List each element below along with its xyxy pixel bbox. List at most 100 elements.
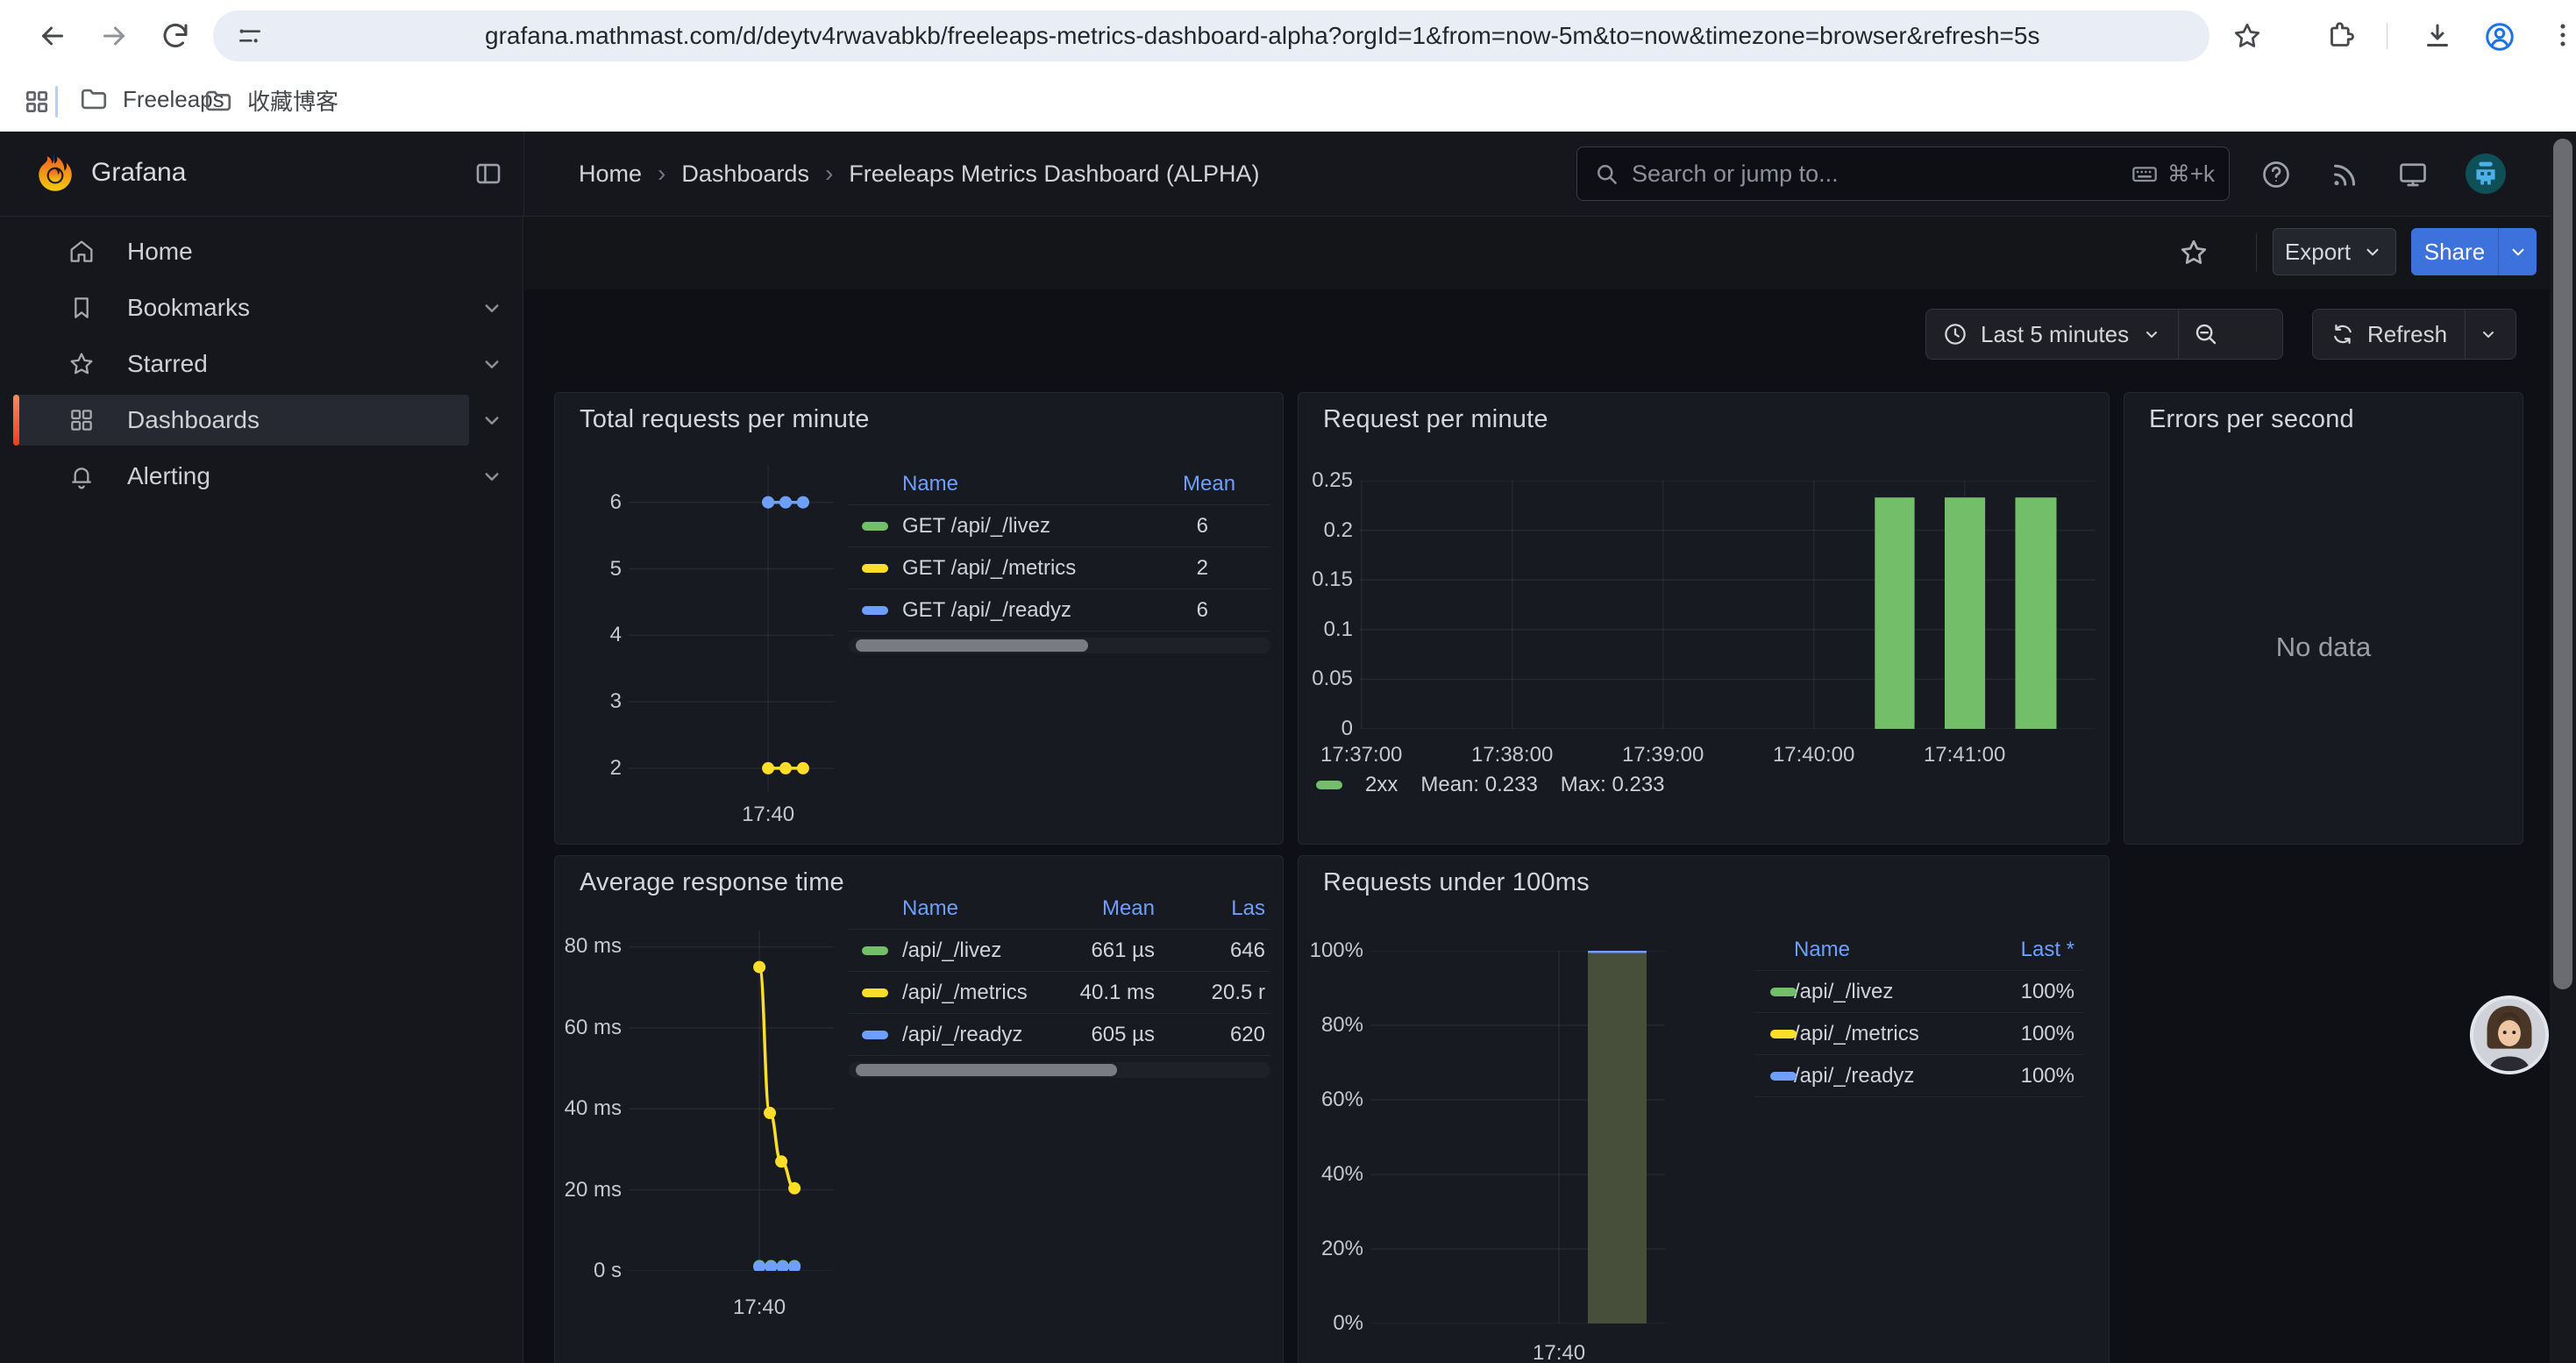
chevron-down-icon[interactable] xyxy=(479,463,505,489)
legend-row[interactable]: GET /api/_/metrics2 xyxy=(849,547,1270,589)
series-name[interactable]: /api/_/livez xyxy=(1754,980,2000,1004)
legend-row[interactable]: /api/_/metrics100% xyxy=(1754,1013,2083,1055)
legend-scrollbar[interactable] xyxy=(849,1062,1270,1078)
legend-column-header[interactable]: Las xyxy=(1190,896,1270,921)
legend-row[interactable]: /api/_/readyz605 µs620 xyxy=(849,1014,1270,1056)
bookmark-label: 收藏博客 xyxy=(247,84,338,117)
legend-row[interactable]: /api/_/livez100% xyxy=(1754,971,2083,1013)
dock-menu-icon[interactable] xyxy=(473,159,503,189)
sidebar-item-alerting[interactable]: Alerting xyxy=(13,451,469,502)
time-range-picker[interactable]: Last 5 minutes xyxy=(1926,310,2178,359)
y-tick-label: 0% xyxy=(1249,1311,1363,1336)
chevron-down-icon[interactable] xyxy=(479,407,505,433)
legend-scrollbar[interactable] xyxy=(849,638,1270,653)
assistant-avatar[interactable] xyxy=(2468,994,2551,1076)
bookmark-item[interactable]: 收藏博客 xyxy=(203,84,338,117)
breadcrumb-separator: › xyxy=(642,160,681,188)
series-value: 605 µs xyxy=(1058,1023,1190,1047)
panel-title[interactable]: Requests under 100ms xyxy=(1323,868,1590,897)
panel-title[interactable]: Total requests per minute xyxy=(580,405,870,434)
page-scrollbar[interactable] xyxy=(2550,132,2576,1363)
y-tick-label: 20 ms xyxy=(508,1178,622,1202)
export-button[interactable]: Export xyxy=(2273,228,2396,275)
bookmark-star-icon[interactable] xyxy=(2231,20,2263,52)
legend[interactable]: 2xx Mean: 0.233 Max: 0.233 xyxy=(1316,770,1665,800)
address-bar[interactable]: grafana.mathmast.com/d/deytv4rwavabkb/fr… xyxy=(213,11,2210,61)
legend-row[interactable]: /api/_/livez661 µs646 xyxy=(849,930,1270,972)
sidebar-item-dashboards[interactable]: Dashboards xyxy=(13,395,469,446)
legend-column-header[interactable]: Last * xyxy=(2000,938,2083,962)
apps-grid-icon[interactable] xyxy=(23,88,51,116)
kebab-menu-icon[interactable] xyxy=(2548,20,2576,52)
search-input[interactable]: Search or jump to... ⌘+k xyxy=(1576,146,2230,201)
profile-icon[interactable] xyxy=(2483,20,2515,52)
grafana-logo[interactable] xyxy=(33,152,77,196)
refresh-controls: Refresh xyxy=(2312,309,2516,360)
monitor-icon[interactable] xyxy=(2397,159,2429,190)
favorite-star-icon[interactable] xyxy=(2178,237,2210,268)
forward-icon[interactable] xyxy=(98,20,130,52)
legend-column-header[interactable]: Name xyxy=(1754,938,2000,962)
legend-row[interactable]: GET /api/_/readyz6 xyxy=(849,589,1270,632)
series-name[interactable]: GET /api/_/metrics xyxy=(849,556,1183,581)
share-button[interactable]: Share xyxy=(2411,228,2498,275)
extensions-icon[interactable] xyxy=(2325,20,2357,52)
y-tick-label: 0.1 xyxy=(1239,617,1353,642)
series-name[interactable]: /api/_/readyz xyxy=(849,1023,1058,1047)
series-name[interactable]: GET /api/_/readyz xyxy=(849,598,1183,623)
help-icon[interactable] xyxy=(2260,159,2292,190)
legend-column-header[interactable]: Name xyxy=(849,472,1183,496)
refresh-interval-button[interactable] xyxy=(2466,310,2511,359)
share-menu-button[interactable] xyxy=(2498,228,2537,275)
user-avatar[interactable] xyxy=(2466,153,2506,194)
panel-title[interactable]: Average response time xyxy=(580,868,844,897)
chevron-down-icon[interactable] xyxy=(479,351,505,377)
legend-column-header[interactable]: Mean xyxy=(1058,896,1190,921)
folder-icon xyxy=(203,86,233,116)
legend-scrollbar-thumb[interactable] xyxy=(856,1064,1117,1076)
sidebar-item-label: Alerting xyxy=(127,462,210,490)
legend-header: NameMeanLas xyxy=(849,888,1270,930)
zoom-out-button[interactable] xyxy=(2179,310,2233,359)
series-name[interactable]: GET /api/_/livez xyxy=(849,514,1183,539)
refresh-button[interactable]: Refresh xyxy=(2313,310,2465,359)
scrollbar-thumb[interactable] xyxy=(2553,139,2572,989)
reload-icon[interactable] xyxy=(160,20,191,52)
series-name[interactable]: /api/_/metrics xyxy=(1754,1022,2000,1046)
y-tick-label: 20% xyxy=(1249,1237,1363,1261)
legend-column-header[interactable]: Name xyxy=(849,896,1058,921)
legend-row[interactable]: /api/_/metrics40.1 ms20.5 r xyxy=(849,972,1270,1014)
y-tick-label: 100% xyxy=(1249,938,1363,963)
series-name[interactable]: /api/_/metrics xyxy=(849,981,1058,1005)
panel-title[interactable]: Errors per second xyxy=(2149,405,2354,434)
x-tick-label: 17:40 xyxy=(685,803,851,827)
refresh-label: Refresh xyxy=(2367,321,2447,348)
chevron-down-icon[interactable] xyxy=(479,295,505,321)
sidebar-item-home[interactable]: Home xyxy=(13,226,469,277)
sidebar-item-bookmarks[interactable]: Bookmarks xyxy=(13,282,469,333)
series-value: 100% xyxy=(2000,1022,2083,1046)
breadcrumb-home[interactable]: Home xyxy=(579,161,642,188)
breadcrumb-dashboards[interactable]: Dashboards xyxy=(681,161,809,188)
site-settings-icon[interactable] xyxy=(236,22,264,50)
legend-mean: Mean: 0.233 xyxy=(1420,773,1537,797)
series-name[interactable]: /api/_/livez xyxy=(849,938,1058,963)
series-value: 20.5 r xyxy=(1190,981,1270,1005)
breadcrumb-current: Freeleaps Metrics Dashboard (ALPHA) xyxy=(849,161,1259,188)
panel-title[interactable]: Request per minute xyxy=(1323,405,1548,434)
bookmark-item[interactable]: Freeleaps xyxy=(79,84,224,114)
legend-scrollbar-thumb[interactable] xyxy=(856,639,1088,652)
panel-requests-under-100ms: Requests under 100ms 100%80%60%40%20%0%1… xyxy=(1298,855,2110,1363)
y-tick-label: 80 ms xyxy=(508,934,622,959)
back-icon[interactable] xyxy=(37,20,68,52)
x-tick-label: 17:38:00 xyxy=(1429,743,1596,767)
series-swatch xyxy=(1770,1072,1797,1081)
legend-row[interactable]: /api/_/readyz100% xyxy=(1754,1055,2083,1097)
sidebar-item-starred[interactable]: Starred xyxy=(13,339,469,389)
search-icon xyxy=(1593,161,1619,187)
series-name[interactable]: /api/_/readyz xyxy=(1754,1064,2000,1088)
download-icon[interactable] xyxy=(2422,20,2453,52)
news-rss-icon[interactable] xyxy=(2329,159,2360,190)
legend-row[interactable]: GET /api/_/livez6 xyxy=(849,505,1270,547)
dashboard-toolbar xyxy=(524,217,2576,289)
